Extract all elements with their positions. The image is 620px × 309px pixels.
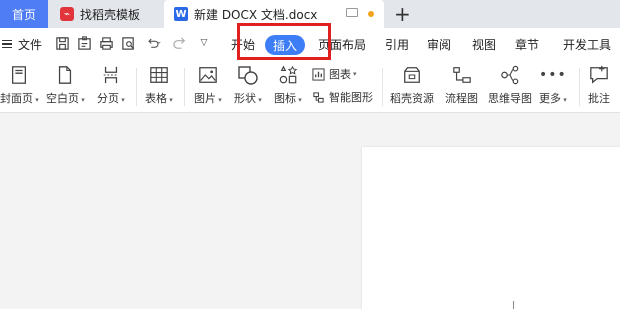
cover-page-label: 封面页 — [0, 90, 39, 106]
ribbon-divider — [136, 68, 137, 106]
shape-label: 形状 — [234, 90, 262, 106]
page-break-icon — [100, 64, 122, 86]
flowchart-button[interactable]: 流程图 — [445, 64, 478, 106]
smartart-label: 智能图形 — [329, 91, 373, 104]
document-workspace — [0, 113, 620, 309]
picture-icon — [197, 64, 219, 86]
blank-page-label: 空白页 — [46, 90, 85, 106]
table-icon — [148, 64, 170, 86]
flowchart-label: 流程图 — [445, 92, 478, 105]
blank-page-button[interactable]: 空白页 — [46, 64, 85, 106]
unsaved-dot-icon — [368, 11, 374, 17]
picture-label: 图片 — [194, 90, 222, 106]
screen-icon[interactable] — [346, 8, 358, 17]
writer-doc-icon: W — [174, 7, 188, 21]
tab-document-label: 新建 DOCX 文档.docx — [194, 7, 318, 22]
menu-references[interactable]: 引用 — [385, 28, 409, 60]
save-icon[interactable] — [54, 35, 70, 51]
menu-section[interactable]: 章节 — [515, 28, 539, 60]
highlight-annotation-box — [237, 23, 331, 60]
redo-icon[interactable] — [172, 35, 188, 51]
print-preview-icon[interactable] — [120, 35, 136, 51]
cover-page-icon — [8, 64, 30, 86]
table-button[interactable]: 表格 — [145, 64, 173, 106]
picture-button[interactable]: 图片 — [194, 64, 222, 106]
file-menu[interactable]: 文件 — [0, 28, 42, 60]
ribbon-divider — [184, 68, 185, 106]
mindmap-icon — [499, 64, 521, 86]
ribbon-divider — [382, 68, 383, 106]
tab-daoke-templates[interactable]: ⌁ 找稻壳模板 — [48, 0, 164, 28]
undo-icon[interactable] — [142, 35, 164, 51]
tab-home[interactable]: 首页 — [0, 0, 48, 28]
text-cursor — [513, 301, 514, 309]
comment-icon — [588, 64, 610, 86]
comment-button[interactable]: 批注 — [588, 64, 610, 106]
flowchart-icon — [451, 64, 473, 86]
document-page[interactable] — [362, 147, 620, 309]
icon-button[interactable]: 图标 — [274, 64, 302, 106]
comment-label: 批注 — [588, 92, 610, 105]
export-pdf-icon[interactable] — [76, 35, 92, 51]
chart-dropdown-icon: ▾ — [353, 70, 357, 78]
icons-gallery-icon — [277, 64, 299, 86]
menu-developer-tools[interactable]: 开发工具 — [563, 28, 611, 60]
table-label: 表格 — [145, 90, 173, 106]
file-menu-label: 文件 — [18, 37, 43, 52]
blank-page-icon — [54, 64, 76, 86]
menu-review[interactable]: 审阅 — [427, 28, 451, 60]
page-break-button[interactable]: 分页 — [97, 64, 125, 106]
daoke-resources-icon — [401, 64, 423, 86]
shape-button[interactable]: 形状 — [234, 64, 262, 106]
smartart-button[interactable]: 智能图形 — [312, 89, 373, 105]
print-icon[interactable] — [98, 35, 114, 51]
daoke-resources-label: 稻壳资源 — [390, 92, 434, 105]
quick-access-dropdown-icon[interactable]: ▽ — [196, 35, 212, 51]
new-tab-plus-icon[interactable]: + — [394, 2, 411, 26]
more-dots-icon: ••• — [538, 67, 567, 83]
page-break-label: 分页 — [97, 90, 125, 106]
icon-label: 图标 — [274, 90, 302, 106]
more-button[interactable]: ••• 更多 — [539, 64, 567, 106]
cover-page-button[interactable]: 封面页 — [0, 64, 39, 106]
smartart-icon — [313, 91, 324, 103]
tab-daoke-label: 找稻壳模板 — [80, 7, 141, 22]
mindmap-button[interactable]: 思维导图 — [488, 64, 532, 106]
daoke-resources-button[interactable]: 稻壳资源 — [390, 64, 434, 106]
ribbon-divider — [579, 68, 580, 106]
chart-button[interactable]: 图表 ▾ — [312, 66, 357, 82]
more-label: 更多 — [539, 90, 567, 106]
chart-icon — [312, 67, 325, 81]
chart-label: 图表 — [329, 68, 351, 81]
mindmap-label: 思维导图 — [488, 92, 532, 105]
hamburger-icon — [2, 40, 12, 48]
insert-ribbon: 封面页 空白页 分页 表格 图片 形状 图标 — [0, 60, 620, 113]
shape-icon — [237, 64, 259, 86]
menu-view[interactable]: 视图 — [472, 28, 496, 60]
daoke-logo-icon: ⌁ — [60, 7, 74, 21]
